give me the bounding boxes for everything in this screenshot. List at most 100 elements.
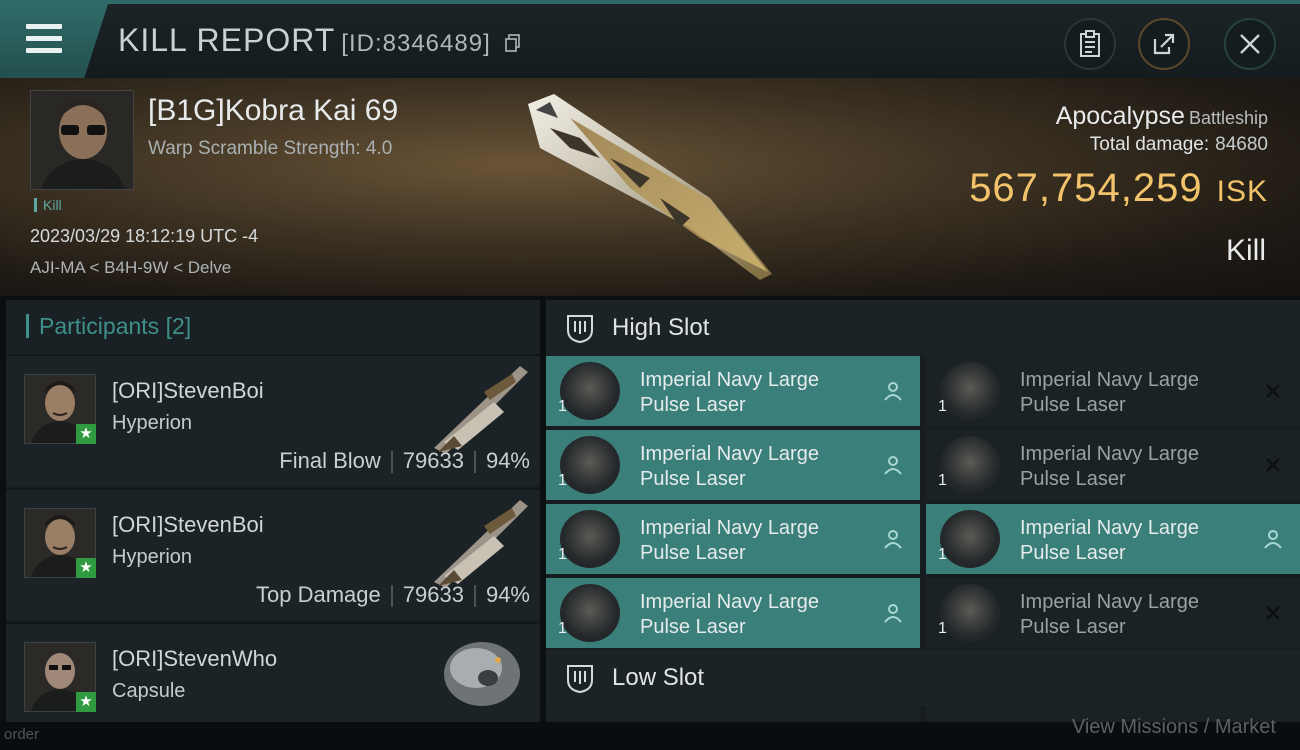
participant-damage: 79633 [402, 448, 464, 473]
module-slot[interactable]: 1 Imperial Navy Large Pulse Laser [926, 430, 1300, 500]
module-name: Imperial Navy Large Pulse Laser [640, 517, 819, 564]
kill-result: Kill [1225, 234, 1266, 267]
isk-value: 567,754,259 ISK [969, 166, 1268, 211]
share-icon [1153, 33, 1175, 55]
destroyed-x-icon [1266, 606, 1280, 620]
background-link: View Missions / Market [1071, 716, 1276, 738]
standing-star-icon: ★ [76, 692, 96, 712]
participant-percent: 94% [485, 582, 530, 607]
module-slot[interactable]: 1 Imperial Navy Large Pulse Laser [926, 356, 1300, 426]
kill-tag: Kill [34, 198, 62, 212]
participant-avatar[interactable]: ★ [24, 642, 96, 712]
module-name: Imperial Navy Large Pulse Laser [1020, 369, 1199, 416]
participant-name[interactable]: [ORI]StevenBoi [112, 378, 264, 404]
ship-class: Battleship [1188, 108, 1268, 128]
participant-row[interactable]: ★ [ORI]StevenBoi Hyperion Top Damage 7963… [6, 488, 540, 620]
menu-button[interactable] [0, 4, 108, 78]
participant-damage: 79633 [402, 582, 464, 607]
low-slot-label: Low Slot [612, 664, 705, 691]
participant-stats: Final Blow 79633 94% [279, 448, 530, 474]
participant-ship-image[interactable] [424, 496, 534, 592]
isk-unit: ISK [1216, 175, 1268, 208]
participants-panel: Participants [2] ★ [ORI]StevenBoi Hyperi… [6, 300, 540, 722]
destroyed-x-icon [1266, 384, 1280, 398]
participant-ship[interactable]: Capsule [112, 680, 185, 703]
participant-role: Top Damage [256, 582, 381, 607]
module-quantity: 1 [938, 546, 947, 563]
module-slot[interactable] [546, 706, 920, 722]
module-name: Imperial Navy Large Pulse Laser [1020, 591, 1199, 638]
victim-name[interactable]: [B1G]Kobra Kai 69 [148, 94, 398, 128]
module-slot[interactable]: 1 Imperial Navy Large Pulse Laser [926, 504, 1300, 574]
standing-star-icon: ★ [76, 558, 96, 578]
participant-role: Final Blow [279, 448, 381, 473]
standing-star-icon: ★ [76, 424, 96, 444]
destroyed-x-icon [1266, 458, 1280, 472]
module-slot[interactable]: 1 Imperial Navy Large Pulse Laser [546, 356, 920, 426]
isk-amount: 567,754,259 [969, 166, 1203, 210]
participant-ship[interactable]: Hyperion [112, 546, 192, 569]
page-title: KILL REPORT [ID:8346489] [118, 22, 521, 59]
victim-avatar[interactable] [30, 90, 134, 190]
module-quantity: 1 [938, 398, 947, 415]
participant-ship[interactable]: Hyperion [112, 412, 192, 435]
background-text: order [4, 726, 40, 743]
close-icon [1240, 34, 1260, 54]
victim-ship-image[interactable] [510, 88, 790, 288]
capsule-image[interactable] [436, 634, 526, 714]
dropped-person-icon [1264, 530, 1282, 549]
copy-icon[interactable] [504, 33, 521, 52]
dropped-person-icon [884, 456, 902, 475]
pulse-laser-icon [560, 510, 620, 568]
pilot-portrait [31, 91, 133, 189]
module-quantity: 1 [938, 472, 947, 489]
high-slot-label: High Slot [612, 314, 710, 341]
module-name: Imperial Navy Large Pulse Laser [1020, 443, 1199, 490]
module-quantity: 1 [558, 546, 567, 563]
close-button[interactable] [1224, 18, 1276, 70]
module-quantity: 1 [558, 472, 567, 489]
participant-name[interactable]: [ORI]StevenBoi [112, 512, 264, 538]
module-slot[interactable]: 1 Imperial Navy Large Pulse Laser [546, 504, 920, 574]
kill-location[interactable]: AJI-MA < B4H-9W < Delve [30, 258, 231, 278]
total-damage: Total damage: 84680 [1090, 134, 1268, 156]
participant-avatar[interactable]: ★ [24, 374, 96, 444]
participants-label: Participants [39, 313, 160, 339]
dropped-person-icon [884, 604, 902, 623]
victim-ship-type[interactable]: Apocalypse Battleship [1056, 102, 1268, 131]
victim-summary: [B1G]Kobra Kai 69 Warp Scramble Strength… [0, 78, 1300, 296]
title-text: KILL REPORT [118, 22, 336, 58]
top-bar: KILL REPORT [ID:8346489] [0, 0, 1300, 78]
module-quantity: 1 [938, 620, 947, 637]
participant-percent: 94% [485, 448, 530, 473]
high-slot-header: High Slot [546, 300, 1300, 356]
module-name: Imperial Navy Large Pulse Laser [1020, 517, 1199, 564]
total-damage-value: 84680 [1215, 134, 1268, 155]
participants-count: [2] [165, 313, 192, 339]
low-slot-icon [567, 665, 593, 694]
participant-row[interactable]: ★ [ORI]StevenBoi Hyperion Final Blow 7963… [6, 354, 540, 486]
module-slot[interactable]: 1 Imperial Navy Large Pulse Laser [546, 430, 920, 500]
high-slot-icon [567, 315, 593, 344]
module-name: Imperial Navy Large Pulse Laser [640, 591, 819, 638]
participants-header: Participants [2] [6, 300, 540, 354]
participant-ship-image[interactable] [424, 362, 534, 458]
clipboard-button[interactable] [1064, 18, 1116, 70]
dropped-person-icon [884, 382, 902, 401]
module-quantity: 1 [558, 620, 567, 637]
pulse-laser-icon [560, 436, 620, 494]
module-slot[interactable]: 1 Imperial Navy Large Pulse Laser [546, 578, 920, 648]
participant-avatar[interactable]: ★ [24, 508, 96, 578]
participant-stats: Top Damage 79633 94% [256, 582, 530, 608]
warp-scramble: Warp Scramble Strength: 4.0 [148, 138, 393, 159]
module-slot[interactable]: 1 Imperial Navy Large Pulse Laser [926, 578, 1300, 648]
pulse-laser-icon [940, 436, 1000, 494]
bottom-strip: order View Missions / Market [0, 716, 1300, 750]
module-name: Imperial Navy Large Pulse Laser [640, 443, 819, 490]
share-button[interactable] [1138, 18, 1190, 70]
participant-row[interactable]: ★ [ORI]StevenWho Capsule [6, 622, 540, 722]
kill-datetime: 2023/03/29 18:12:19 UTC -4 [30, 226, 259, 246]
menu-icon [26, 24, 62, 53]
participant-name[interactable]: [ORI]StevenWho [112, 646, 277, 672]
pulse-laser-icon [940, 510, 1000, 568]
